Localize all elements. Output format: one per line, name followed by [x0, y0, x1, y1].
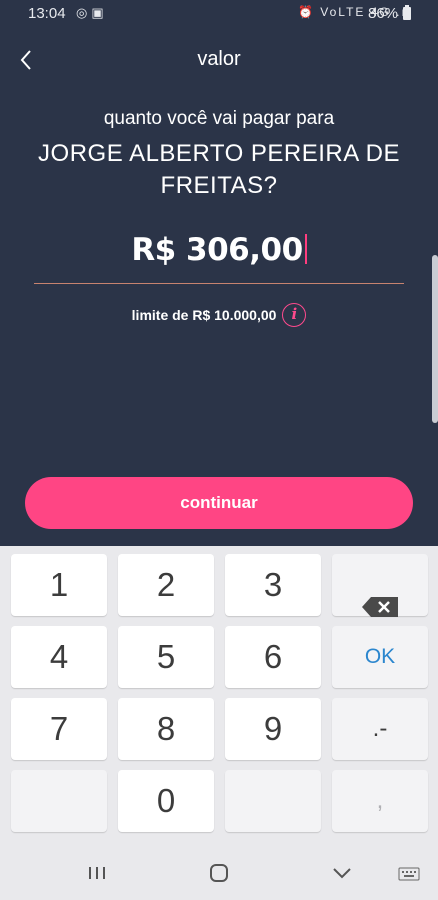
back-chevron-icon	[333, 868, 351, 879]
key-8[interactable]: 8	[118, 698, 214, 760]
navigation-bar	[0, 846, 438, 900]
amount-value: R$ 306,00	[131, 232, 303, 268]
empty-key-left	[11, 770, 107, 832]
text-caret	[304, 234, 307, 264]
scrollbar[interactable]	[432, 255, 438, 423]
keyboard-icon	[398, 867, 420, 881]
continue-button[interactable]: continuar	[25, 477, 413, 529]
amount-field[interactable]: R$ 306,00	[34, 232, 404, 284]
image-icon: ▣	[91, 5, 108, 20]
info-icon[interactable]: i	[282, 303, 307, 327]
home-button[interactable]	[208, 860, 230, 886]
payment-question: quanto você vai pagar para	[103, 108, 335, 129]
recent-apps-icon	[89, 867, 105, 879]
sync-icon: ◎	[76, 5, 92, 20]
notification-icons: ◎▣	[76, 5, 108, 21]
comma-key[interactable]: ,	[332, 770, 428, 832]
dot-dash-key[interactable]: .-	[332, 698, 428, 760]
limit-row: limite de R$ 10.000,00 i	[0, 303, 438, 327]
home-icon	[210, 864, 228, 882]
page-title: valor	[197, 48, 241, 70]
numeric-keyboard: 1 2 3 4 5 6 OK 7 8 9 .- 0 ,	[0, 546, 438, 846]
empty-key-right	[225, 770, 321, 832]
key-1[interactable]: 1	[11, 554, 107, 616]
key-4[interactable]: 4	[11, 626, 107, 688]
backspace-icon	[361, 576, 399, 618]
key-7[interactable]: 7	[11, 698, 107, 760]
recent-apps-button[interactable]	[86, 860, 108, 886]
battery-percentage: 86%	[368, 5, 399, 22]
battery-icon	[403, 5, 411, 20]
key-2[interactable]: 2	[118, 554, 214, 616]
key-6[interactable]: 6	[225, 626, 321, 688]
backspace-key[interactable]	[332, 554, 428, 618]
key-5[interactable]: 5	[118, 626, 214, 688]
keyboard-switch-button[interactable]	[398, 860, 420, 886]
key-0[interactable]: 0	[118, 770, 214, 832]
status-time: 13:04	[28, 5, 66, 22]
status-bar: 13:04 ◎▣ ⏰ VoLTE 4G .ıl 86%	[0, 0, 438, 28]
limit-text: limite de R$ 10.000,00	[131, 307, 277, 323]
key-9[interactable]: 9	[225, 698, 321, 760]
header: valor	[0, 40, 438, 80]
hide-keyboard-button[interactable]	[330, 860, 354, 886]
key-3[interactable]: 3	[225, 554, 321, 616]
recipient-name: JORGE ALBERTO PEREIRA DE FREITAS?	[38, 140, 400, 199]
ok-key[interactable]: OK	[332, 626, 428, 688]
